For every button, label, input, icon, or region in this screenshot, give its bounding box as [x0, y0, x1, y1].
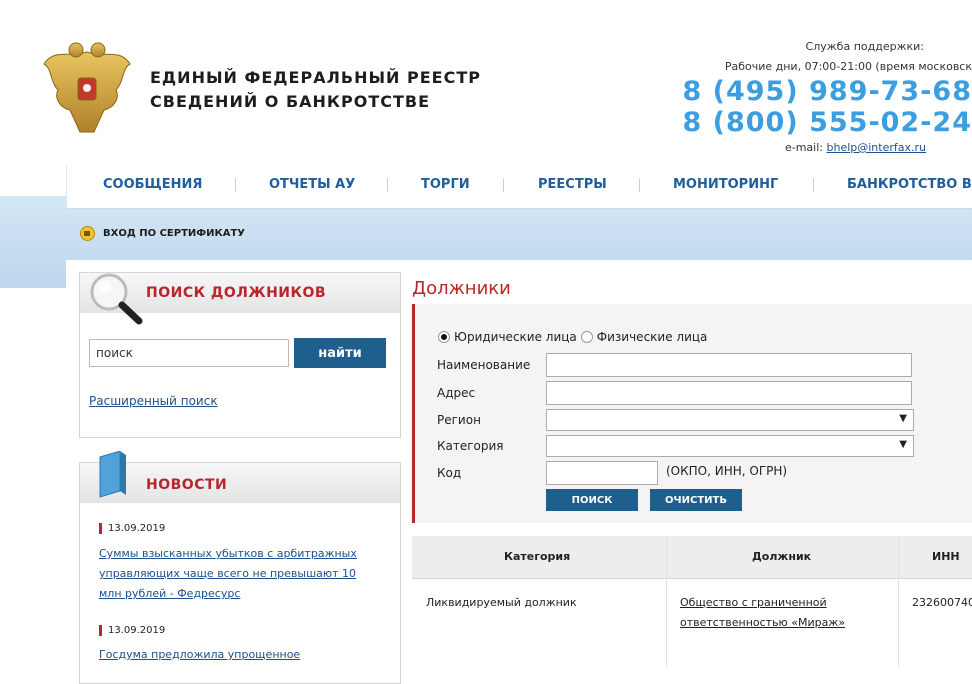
dropdown-arrow-icon: ▼ — [899, 439, 907, 450]
region-select[interactable]: ▼ — [546, 409, 914, 431]
search-button[interactable]: ПОИСК — [546, 489, 638, 511]
magnifier-icon — [90, 273, 143, 325]
page-title: Должники — [412, 278, 511, 299]
column-header-debtor[interactable]: Должник — [752, 550, 811, 563]
search-panel-title: ПОИСК ДОЛЖНИКОВ — [146, 285, 327, 301]
email-label: e-mail: — [784, 141, 823, 154]
site-brand-title: ЕДИНЫЙ ФЕДЕРАЛЬНЫЙ РЕЕСТР СВЕДЕНИЙ О БАН… — [150, 66, 481, 114]
news-link[interactable]: Госдума предложила упрощенное — [99, 645, 374, 665]
column-header-category[interactable]: Категория — [504, 550, 570, 563]
certificate-login[interactable]: ВХОД ПО СЕРТИФИКАТУ — [80, 226, 245, 241]
nav-item-registries[interactable]: РЕЕСТРЫ — [538, 177, 607, 192]
address-field[interactable] — [546, 381, 912, 405]
nav-item-reports[interactable]: ОТЧЕТЫ АУ — [269, 177, 355, 192]
news-link[interactable]: Суммы взысканных убытков с арбитражных у… — [99, 544, 374, 604]
news-date: 13.09.2019 — [99, 625, 165, 636]
name-field[interactable] — [546, 353, 912, 377]
news-panel-title: НОВОСТИ — [146, 477, 228, 493]
debtor-search-input[interactable] — [89, 339, 289, 367]
column-header-inn[interactable]: ИНН — [932, 550, 960, 563]
support-email-link[interactable]: bhelp@interfax.ru — [826, 141, 926, 154]
radio-legal-entities[interactable] — [438, 331, 450, 343]
nav-item-auctions[interactable]: ТОРГИ — [421, 177, 470, 192]
dropdown-arrow-icon: ▼ — [899, 413, 907, 424]
table-cell-inn: 232600740 — [912, 596, 972, 609]
find-button[interactable]: найти — [294, 338, 386, 368]
category-label: Категория — [437, 439, 504, 453]
nav-item-messages[interactable]: СООБЩЕНИЯ — [103, 177, 202, 192]
support-block: Служба поддержки: Рабочие дни, 07:00-21:… — [672, 36, 972, 158]
news-date: 13.09.2019 — [99, 523, 165, 534]
support-phone-1[interactable]: 8 (495) 989-73-68 — [672, 76, 972, 107]
coat-of-arms-emblem — [43, 42, 131, 133]
code-field[interactable] — [546, 461, 658, 485]
brand-line-1: ЕДИНЫЙ ФЕДЕРАЛЬНЫЙ РЕЕСТР — [150, 68, 481, 87]
radio-legal-label[interactable]: Юридические лица — [454, 330, 577, 344]
certificate-login-label: ВХОД ПО СЕРТИФИКАТУ — [103, 228, 245, 239]
radio-individual-label[interactable]: Физические лица — [597, 330, 708, 344]
support-hours: Рабочие дни, 07:00-21:00 (время московск — [724, 60, 972, 73]
radio-individuals[interactable] — [580, 331, 593, 343]
name-label: Наименование — [437, 358, 531, 372]
nav-item-monitoring[interactable]: МОНИТОРИНГ — [673, 177, 778, 192]
book-icon — [99, 451, 126, 498]
table-cell-debtor-link[interactable]: Общество с граниченной ответственностью … — [680, 593, 880, 633]
results-table-header: Категория Должник ИНН — [412, 536, 972, 579]
code-label: Код — [437, 466, 462, 480]
news-item: 13.09.2019 — [99, 625, 165, 636]
lock-icon — [80, 226, 95, 241]
main-nav: СООБЩЕНИЯ ОТЧЕТЫ АУ ТОРГИ РЕЕСТРЫ МОНИТО… — [66, 166, 972, 209]
table-cell-category: Ликвидируемый должник — [426, 596, 577, 609]
brand-line-2: СВЕДЕНИЙ О БАНКРОТСТВЕ — [150, 92, 431, 111]
support-label: Служба поддержки: — [805, 40, 924, 53]
address-label: Адрес — [437, 386, 476, 400]
nav-item-bankruptcy[interactable]: БАНКРОТСТВО В — [847, 177, 972, 192]
news-item: 13.09.2019 — [99, 523, 165, 534]
clear-button[interactable]: ОЧИСТИТЬ — [650, 489, 742, 511]
debtor-type-radios: Юридические лица Физические лица — [438, 330, 707, 344]
region-label: Регион — [437, 413, 481, 427]
support-phone-2[interactable]: 8 (800) 555-02-24 — [672, 107, 972, 138]
support-email-line: e-mail: bhelp@interfax.ru — [672, 138, 972, 158]
advanced-search-link[interactable]: Расширенный поиск — [89, 394, 218, 408]
code-hint: (ОКПО, ИНН, ОГРН) — [666, 464, 788, 478]
category-select[interactable]: ▼ — [546, 435, 914, 457]
